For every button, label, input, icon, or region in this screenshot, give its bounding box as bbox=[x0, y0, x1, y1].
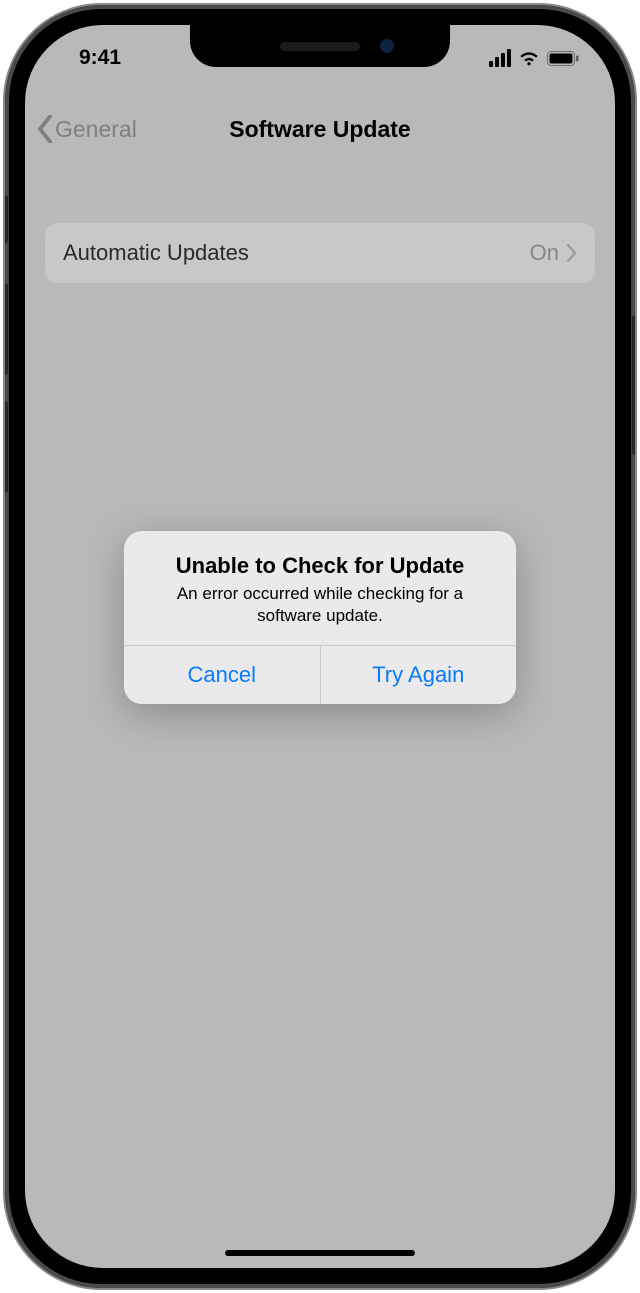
power-button bbox=[632, 315, 635, 455]
try-again-button[interactable]: Try Again bbox=[321, 646, 517, 704]
alert-message: An error occurred while checking for a s… bbox=[144, 583, 496, 627]
volume-up-button bbox=[5, 283, 8, 375]
volume-down-button bbox=[5, 401, 8, 493]
screen: 9:41 General Software Upda bbox=[25, 25, 615, 1268]
alert-title: Unable to Check for Update bbox=[144, 553, 496, 579]
home-indicator[interactable] bbox=[225, 1250, 415, 1256]
mute-switch bbox=[5, 195, 8, 243]
phone-frame: 9:41 General Software Upda bbox=[5, 5, 635, 1288]
cancel-button[interactable]: Cancel bbox=[124, 646, 321, 704]
alert-dialog: Unable to Check for Update An error occu… bbox=[124, 531, 516, 704]
